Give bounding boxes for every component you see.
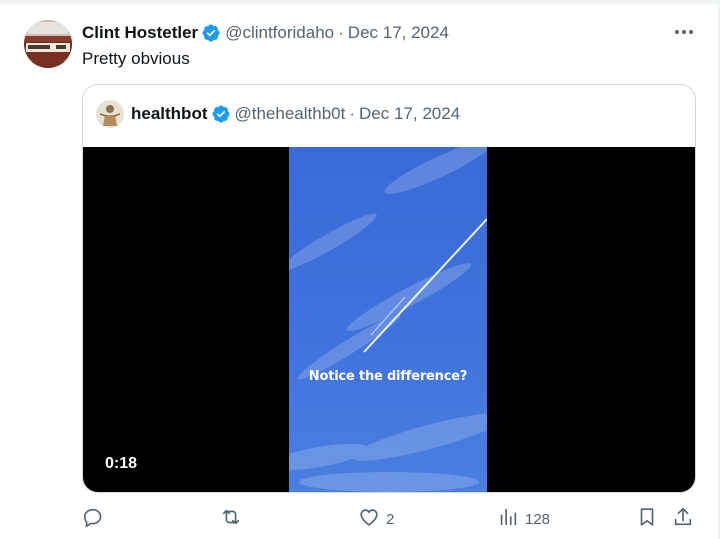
more-icon[interactable] [671, 22, 697, 42]
video-frame: Notice the difference? [289, 147, 487, 492]
quote-date[interactable]: Dec 17, 2024 [359, 104, 460, 124]
heart-icon [358, 506, 380, 532]
views-button[interactable]: 128 [497, 508, 550, 530]
quote-header: healthbot @thehealthb0t · Dec 17, 2024 [96, 99, 460, 129]
verified-badge-icon[interactable] [201, 23, 221, 43]
quoted-tweet[interactable]: healthbot @thehealthb0t · Dec 17, 2024 N… [82, 84, 696, 493]
like-button[interactable]: 2 [358, 508, 394, 530]
author-handle[interactable]: @clintforidaho [225, 23, 334, 43]
bookmark-icon [636, 506, 658, 532]
like-count: 2 [386, 510, 395, 528]
share-icon [672, 506, 694, 532]
video-caption: Notice the difference? [308, 369, 468, 384]
share-button[interactable] [672, 506, 694, 532]
reply-button[interactable] [82, 508, 110, 530]
retweet-icon [220, 506, 242, 532]
action-bar: 2 128 [0, 500, 720, 536]
video-player[interactable]: Notice the difference? 0:18 [83, 147, 695, 492]
tweet-date[interactable]: Dec 17, 2024 [348, 23, 449, 43]
video-duration: 0:18 [105, 455, 138, 472]
views-icon [497, 506, 519, 532]
reply-icon [82, 506, 104, 532]
author-avatar[interactable] [24, 20, 72, 68]
author-name[interactable]: Clint Hostetler [82, 23, 198, 43]
separator-dot: · [349, 104, 356, 123]
quote-avatar[interactable] [96, 100, 124, 128]
verified-badge-icon[interactable] [211, 104, 231, 124]
tweet-header: Clint Hostetler @clintforidaho · Dec 17,… [82, 22, 449, 44]
quote-author-handle[interactable]: @thehealthb0t [235, 104, 346, 124]
tweet-text: Pretty obvious [82, 49, 190, 68]
top-border [0, 0, 720, 4]
quote-author-name[interactable]: healthbot [131, 104, 208, 124]
views-count: 128 [525, 510, 551, 528]
bookmark-button[interactable] [636, 508, 658, 530]
retweet-button[interactable] [220, 508, 248, 530]
separator-dot: · [338, 23, 344, 42]
